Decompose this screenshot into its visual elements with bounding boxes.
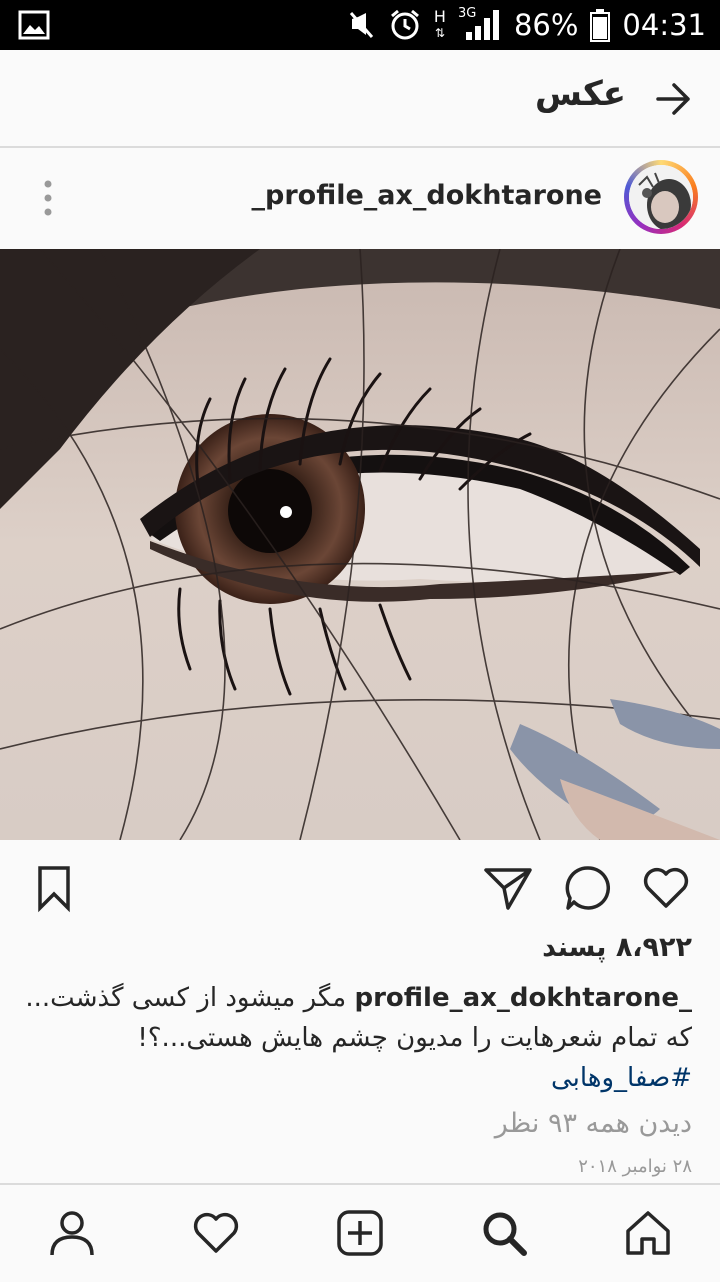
gallery-icon: [18, 10, 50, 40]
post-date: ۲۸ نوامبر ۲۰۱۸: [578, 1156, 692, 1177]
bookmark-icon[interactable]: [28, 862, 80, 914]
profile-icon[interactable]: [46, 1207, 98, 1259]
post-actions: [0, 850, 720, 926]
post-username[interactable]: _profile_ax_dokhtarone: [252, 180, 603, 211]
more-options-icon[interactable]: [38, 180, 58, 216]
status-bar: H ⇅ 3G 86% 04:31: [0, 0, 720, 50]
new-post-icon[interactable]: [334, 1207, 386, 1259]
post-photo[interactable]: [0, 249, 720, 840]
share-icon[interactable]: [482, 862, 534, 914]
likes-count[interactable]: ۸،۹۲۲ پسند: [542, 932, 692, 963]
caption-text-line2: که تمام شعرهایت را مدیون چشم هایش هستی..…: [137, 1023, 692, 1053]
search-icon[interactable]: [478, 1207, 530, 1259]
network-indicator: H ⇅: [433, 7, 446, 41]
hashtag-link[interactable]: #صفا_وهابی: [22, 1058, 692, 1098]
battery-percent: 86%: [513, 8, 579, 42]
alarm-icon: [390, 9, 419, 40]
view-all-comments[interactable]: دیدن همه ۹۳ نظر: [495, 1108, 692, 1139]
home-icon[interactable]: [622, 1207, 674, 1259]
post-caption: _profile_ax_dokhtarone مگر میشود از کسی …: [22, 978, 692, 1098]
mute-icon: [349, 12, 374, 38]
bottom-nav: [0, 1183, 720, 1282]
activity-heart-icon[interactable]: [190, 1207, 242, 1259]
page-title: عکس: [534, 74, 626, 114]
caption-username[interactable]: _profile_ax_dokhtarone: [354, 983, 692, 1013]
battery-icon: [590, 9, 611, 42]
heart-icon[interactable]: [640, 862, 692, 914]
avatar[interactable]: [624, 160, 698, 234]
signal-icon: 3G: [458, 6, 502, 42]
clock: 04:31: [622, 8, 706, 42]
arrow-right-icon[interactable]: [654, 80, 692, 118]
app-bar: عکس: [0, 50, 720, 148]
comment-icon[interactable]: [562, 862, 614, 914]
caption-text-line1: مگر میشود از کسی گذشت...: [25, 983, 347, 1013]
post-header: _profile_ax_dokhtarone: [0, 148, 720, 248]
